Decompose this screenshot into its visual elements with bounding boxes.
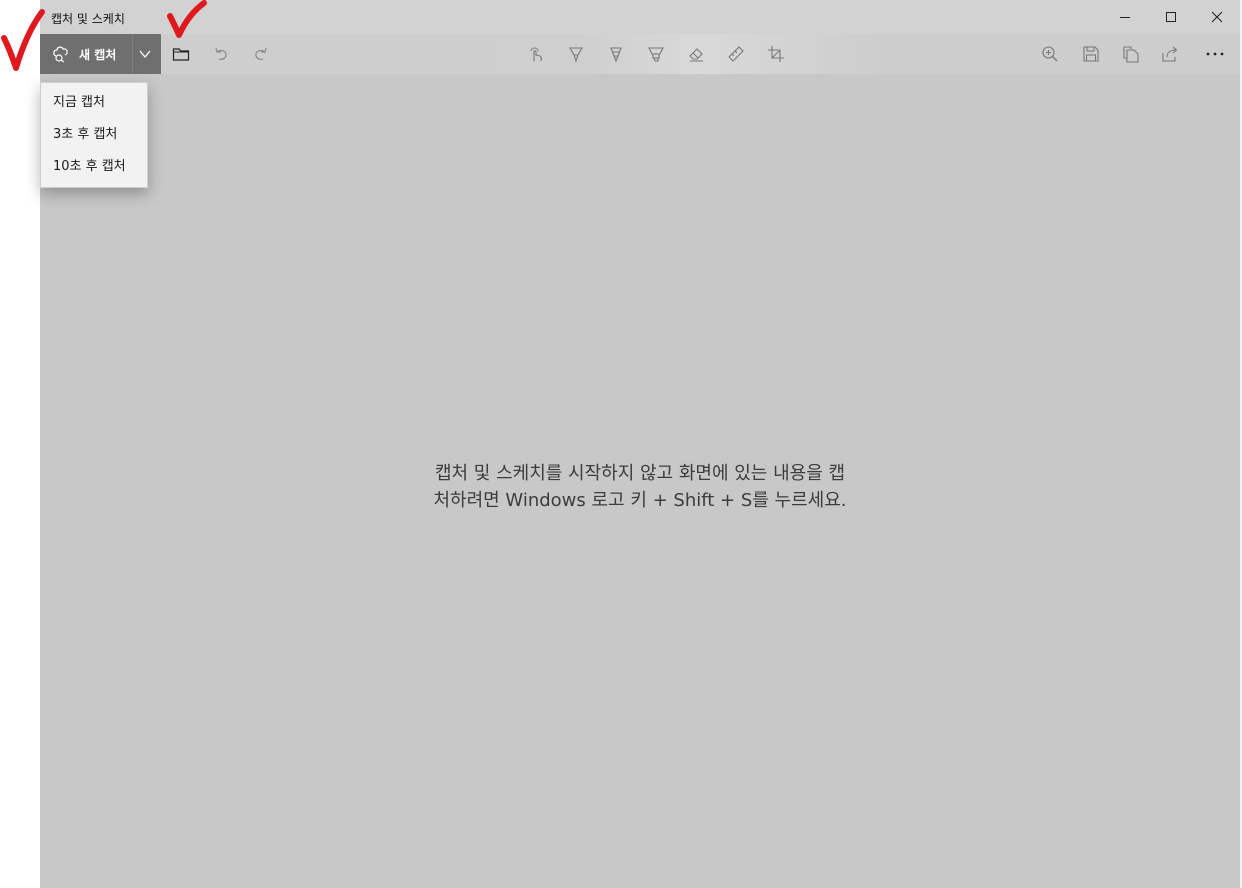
title-bar: 캡처 및 스케치	[40, 0, 1240, 34]
ruler-button[interactable]	[724, 42, 748, 66]
eraser-button[interactable]	[684, 42, 708, 66]
copy-icon	[1123, 46, 1139, 63]
more-icon	[1206, 52, 1224, 56]
close-icon	[1211, 11, 1223, 23]
undo-icon	[215, 47, 227, 60]
minimize-icon	[1120, 17, 1130, 18]
highlighter-button[interactable]	[644, 42, 668, 66]
new-capture-dropdown-menu: 지금 캡처 3초 후 캡처 10초 후 캡처	[40, 82, 148, 188]
eraser-icon	[689, 48, 703, 62]
message-line-1: 캡처 및 스케치를 시작하지 않고 화면에 있는 내용을 캡	[434, 463, 846, 484]
ballpoint-pen-icon	[569, 47, 583, 63]
minimize-button[interactable]	[1102, 0, 1148, 34]
more-options-button[interactable]	[1203, 42, 1227, 66]
share-button[interactable]	[1158, 42, 1182, 66]
new-capture-button[interactable]: 새 캡처	[40, 34, 161, 74]
message-line-2: 처하려면 Windows 로고 키 + Shift + S를 누르세요.	[433, 490, 847, 511]
pencil-button[interactable]	[604, 42, 628, 66]
red-check-mark-annotation	[167, 0, 207, 38]
copy-button[interactable]	[1119, 42, 1143, 66]
empty-canvas-message: 캡처 및 스케치를 시작하지 않고 화면에 있는 내용을 캡 처하려면 Wind…	[380, 460, 900, 514]
undo-button[interactable]	[209, 42, 233, 66]
save-button[interactable]	[1079, 42, 1103, 66]
chevron-down-icon[interactable]	[138, 47, 152, 61]
toolbar: 새 캡처	[40, 34, 1240, 74]
ruler-icon	[728, 46, 744, 62]
redo-button[interactable]	[249, 42, 273, 66]
maximize-button[interactable]	[1148, 0, 1194, 34]
touch-writing-icon	[530, 47, 542, 62]
close-button[interactable]	[1194, 0, 1240, 34]
share-icon	[1162, 46, 1178, 62]
ballpoint-pen-button[interactable]	[564, 42, 588, 66]
pencil-icon	[610, 47, 622, 63]
save-icon	[1083, 46, 1099, 62]
maximize-icon	[1166, 12, 1176, 22]
zoom-button[interactable]	[1038, 42, 1062, 66]
app-title: 캡처 및 스케치	[51, 12, 125, 26]
menu-item-capture-now[interactable]: 지금 캡처	[41, 88, 147, 118]
new-capture-label: 새 캡처	[79, 48, 117, 62]
zoom-icon	[1042, 46, 1058, 62]
crop-icon	[768, 46, 784, 62]
open-file-button[interactable]	[169, 42, 193, 66]
new-capture-divider	[132, 34, 133, 74]
redo-icon	[255, 47, 267, 60]
menu-item-capture-10s[interactable]: 10초 후 캡처	[41, 152, 147, 182]
menu-item-capture-3s[interactable]: 3초 후 캡처	[41, 120, 147, 150]
touch-writing-button[interactable]	[524, 42, 548, 66]
highlighter-icon	[648, 47, 664, 62]
open-folder-icon	[172, 48, 190, 61]
crop-button[interactable]	[764, 42, 788, 66]
snip-sketch-window: 캡처 및 스케치 새 캡처 캡처 및 스케치를 시작하지 않고 화면에 있는 내…	[40, 0, 1240, 888]
red-check-mark-annotation	[1, 9, 45, 71]
new-capture-icon	[53, 46, 68, 63]
